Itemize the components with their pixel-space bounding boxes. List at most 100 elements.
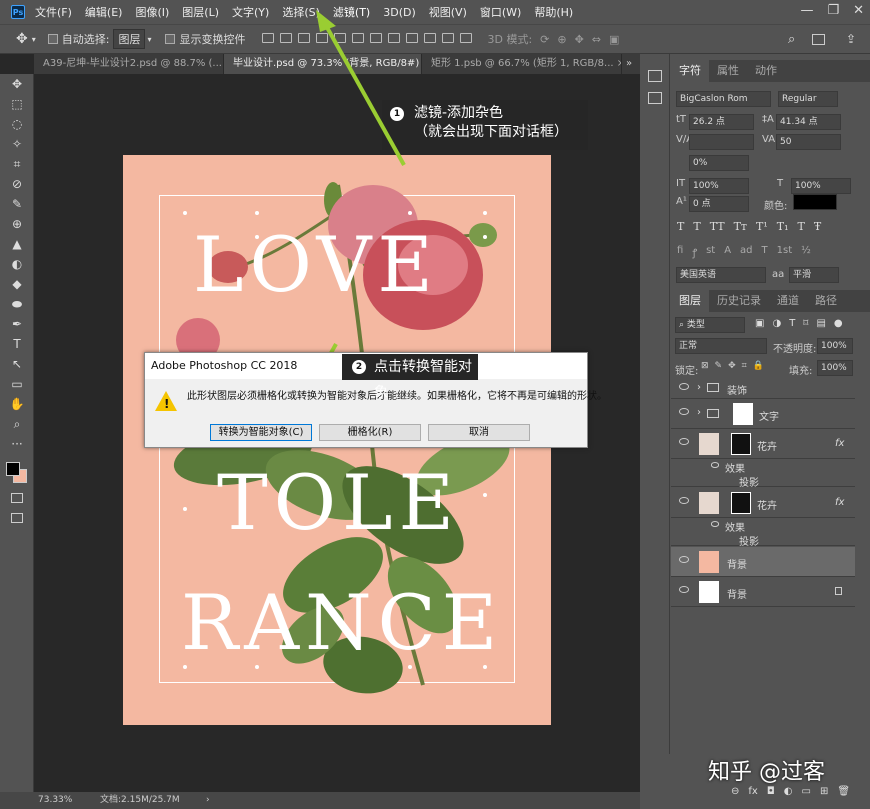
visibility-eye-icon[interactable] [679,383,689,390]
maximize-button[interactable]: ❐ [827,3,839,18]
menu-window[interactable]: 窗口(W) [480,4,521,20]
add-style-icon[interactable]: fx [748,786,757,797]
visibility-eye-icon[interactable] [679,586,689,593]
adjust-panel-icon[interactable] [647,92,662,104]
align-right-icon[interactable] [352,32,365,43]
align-left-icon[interactable] [316,32,329,43]
menu-image[interactable]: 图像(I) [135,4,169,20]
scale-field[interactable]: 0% [689,155,749,171]
new-layer-icon[interactable]: ⊞ [820,786,828,797]
menu-help[interactable]: 帮助(H) [534,4,573,20]
lock-pixels-icon[interactable]: ✎ [715,361,723,371]
font-family-select[interactable]: BigCaslon Rom [676,91,771,107]
cancel-button[interactable]: 取消 [428,424,530,441]
visibility-eye-icon[interactable] [679,438,689,445]
eyedropper-tool-icon[interactable]: ⊘ [0,174,34,194]
history-panel-icon[interactable] [647,70,662,82]
layer-row-flower-1[interactable]: 花卉 fx [671,429,855,459]
all-caps-icon[interactable]: TT [710,220,725,233]
pixel-filter-icon[interactable]: ▣ [755,318,764,329]
share-icon[interactable]: ⇪ [846,32,856,46]
new-group-icon[interactable]: ▭ [802,786,811,797]
strikethrough-icon[interactable]: Ŧ [814,220,821,233]
tab-document-3[interactable]: 矩形 1.psb @ 66.7% (矩形 1, RGB/8... × [422,54,622,74]
effect-eye-icon[interactable] [711,462,719,468]
align-icons[interactable] [259,32,475,46]
layer-thumbnail[interactable] [699,492,719,514]
search-icon[interactable]: ⌕ [788,32,795,47]
move-tool-icon[interactable]: ✥ [16,31,28,47]
tool-preset-chevron-icon[interactable]: ▾ [32,35,36,44]
antialias-select[interactable]: 平滑 [789,267,839,283]
quick-mask-icon[interactable] [0,488,34,508]
crop-tool-icon[interactable]: ⌗ [0,154,34,174]
tabs-overflow-icon[interactable]: » [622,54,632,74]
3d-tools-icons[interactable]: ⟳⊕✥⇔▣ [540,33,627,46]
magic-wand-tool-icon[interactable]: ✧ [0,134,34,154]
layer-row-decoration-group[interactable]: › 装饰 [671,377,855,399]
horizontal-scale-field[interactable]: 100% [791,178,851,194]
tab-document-1[interactable]: A39-尼坤-毕业设计2.psd @ 88.7% (... × [34,54,224,74]
lock-position-icon[interactable]: ✥ [728,361,736,371]
vertical-scale-field[interactable]: 100% [689,178,749,194]
titling-icon[interactable]: T [762,245,768,259]
delete-layer-icon[interactable]: 🗑 [837,786,850,797]
lock-all-icon[interactable]: 🔒 [753,361,764,371]
superscript-icon[interactable]: T¹ [756,220,768,233]
subscript-icon[interactable]: T₁ [777,220,789,233]
zoom-tool-icon[interactable]: ⌕ [0,414,34,434]
lock-artboard-icon[interactable]: ⌗ [742,361,747,371]
underline-icon[interactable]: T [798,220,805,233]
tab-character[interactable]: 字符 [671,60,709,82]
layer-thumbnail[interactable] [699,551,719,573]
tab-history[interactable]: 历史记录 [709,290,769,312]
layer-row-flower-2[interactable]: 花卉 fx [671,488,855,518]
layer-filter-select[interactable]: ⌕ 类型 [675,317,745,333]
ordinals-icon[interactable]: 1st [777,245,793,259]
filter-toggle-icon[interactable]: ● [834,318,843,329]
convert-to-smart-object-button[interactable]: 转换为智能对象(C) [210,424,312,441]
lock-transparency-icon[interactable]: ⊠ [701,361,709,371]
screen-mode-icon[interactable] [0,508,34,528]
text-color-swatch[interactable] [793,194,837,210]
new-adjustment-icon[interactable]: ◐ [784,786,793,797]
distribute-vcenter-icon[interactable] [388,32,401,43]
layer-row-background-shape[interactable]: 背景 [671,547,855,577]
hand-tool-icon[interactable]: ✋ [0,394,34,414]
show-transform-checkbox[interactable] [165,34,176,44]
align-bottom-icon[interactable] [298,32,311,43]
effects-row[interactable]: 效果 [671,459,855,475]
minimize-button[interactable]: — [800,3,813,18]
link-layers-icon[interactable]: ⊖ [731,786,739,797]
tab-channels[interactable]: 通道 [769,290,807,312]
faux-italic-icon[interactable]: T [693,220,700,233]
visibility-eye-icon[interactable] [679,556,689,563]
distribute-right-icon[interactable] [460,32,473,43]
distribute-hcenter-icon[interactable] [442,32,455,43]
shape-tool-icon[interactable]: ▭ [0,374,34,394]
align-hcenter-icon[interactable] [334,32,347,43]
group-expand-chevron-icon[interactable]: › [697,382,701,393]
shape-filter-icon[interactable]: ⌑ [803,318,808,329]
pen-tool-icon[interactable]: ✒ [0,314,34,334]
font-style-select[interactable]: Regular [778,91,838,107]
swash-icon[interactable]: A [724,245,731,259]
tracking-field[interactable]: 50 [776,134,841,150]
visibility-eye-icon[interactable] [679,497,689,504]
auto-select-checkbox[interactable] [47,34,58,44]
menu-file[interactable]: 文件(F) [35,4,72,20]
dodge-tool-icon[interactable]: ⬬ [0,294,34,314]
zoom-level[interactable]: 73.33% [38,792,72,809]
blur-tool-icon[interactable]: ◆ [0,274,34,294]
drop-shadow-row[interactable]: 投影 [671,473,855,489]
opacity-field[interactable]: 100% [817,338,853,354]
menu-type[interactable]: 文字(Y) [232,4,269,20]
font-size-field[interactable]: 26.2 点 [689,114,754,130]
more-tools-icon[interactable]: ··· [0,434,34,454]
small-caps-icon[interactable]: Tт [734,220,747,233]
layer-thumbnail[interactable] [699,433,719,455]
layer-mask-thumbnail[interactable] [731,433,751,455]
fx-icon[interactable]: fx [835,497,844,508]
foreground-color-swatch[interactable] [6,462,20,476]
fx-icon[interactable]: fx [835,438,844,449]
